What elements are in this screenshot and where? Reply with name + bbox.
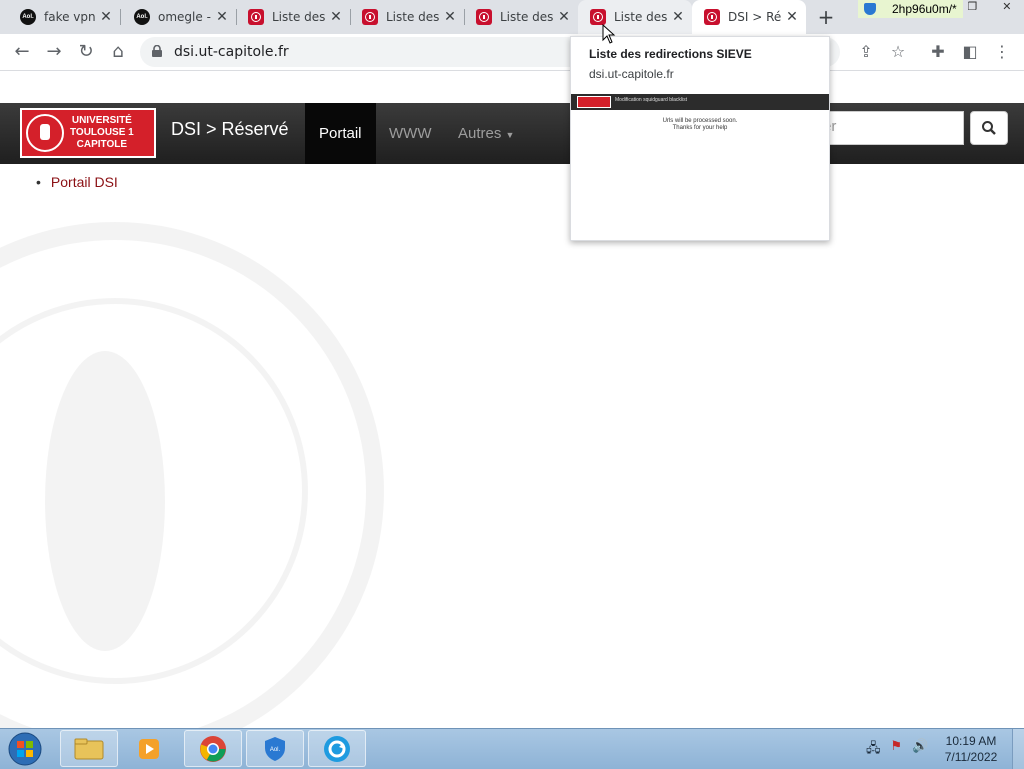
taskbar-aol-shield[interactable]: Aol. (246, 730, 304, 767)
chrome-icon (200, 735, 226, 762)
network-icon[interactable]: 🖧 (866, 739, 881, 761)
side-panel-icon[interactable]: ◧ (956, 38, 984, 66)
tab-liste-des-3[interactable]: Liste des ✕ (464, 0, 578, 34)
vpn-badge-text: 2hp96u0m/* (892, 2, 957, 16)
nav-autres[interactable]: Autres ▼ (444, 103, 528, 164)
search-button[interactable] (970, 111, 1008, 145)
home-icon[interactable]: ⌂ (104, 38, 132, 66)
back-arrow-icon[interactable]: ← (8, 38, 36, 66)
tab-liste-des-4[interactable]: Liste des ✕ (578, 0, 692, 34)
share-icon[interactable]: ⇪ (852, 38, 880, 66)
restore-icon[interactable]: ❐ (967, 0, 977, 18)
close-tab-icon[interactable]: ✕ (214, 9, 230, 25)
refresh-app-icon (324, 735, 350, 762)
ut-capitole-icon (362, 9, 378, 25)
close-window-icon[interactable]: ✕ (1002, 0, 1011, 18)
tab-title: omegle - (158, 10, 211, 24)
tab-title: Liste des (614, 10, 668, 24)
extensions-icon[interactable]: ✚ (924, 38, 952, 66)
media-player-icon (139, 738, 159, 759)
forward-arrow-icon[interactable]: → (40, 38, 68, 66)
ut-capitole-icon (248, 9, 264, 25)
tab-title: Liste des (500, 10, 554, 24)
preview-header: Modification squidguard blacklist (571, 94, 829, 110)
tab-omegle[interactable]: Aol. omegle - ✕ (120, 0, 237, 34)
ut-capitole-icon (704, 9, 720, 25)
site-brand[interactable]: DSI > Réservé (171, 119, 289, 140)
close-tab-icon[interactable]: ✕ (670, 9, 686, 25)
preview-message-2: Thanks for your help (672, 125, 728, 131)
taskbar-chrome[interactable] (184, 730, 242, 767)
star-icon[interactable]: ☆ (884, 38, 912, 66)
tab-title: Liste des (386, 10, 440, 24)
aol-icon: Aol. (134, 9, 150, 25)
nav-autres-label: Autres (458, 125, 502, 142)
preview-header-text: Modification squidguard blacklist (615, 97, 687, 103)
volume-icon[interactable]: 🔊 (912, 739, 928, 761)
nav-www[interactable]: WWW (375, 103, 445, 164)
svg-text:Aol.: Aol. (270, 747, 281, 753)
taskbar-media-player[interactable] (120, 730, 178, 767)
logo-line-3: CAPITOLE (76, 139, 128, 150)
clock-date: 7/11/2022 (944, 750, 998, 764)
tab-liste-des-2[interactable]: Liste des ✕ (350, 0, 465, 34)
shield-icon (864, 3, 876, 15)
search-input[interactable]: er (820, 111, 964, 145)
start-button[interactable] (6, 731, 44, 767)
close-tab-icon[interactable]: ✕ (328, 9, 344, 25)
system-clock[interactable]: 10:19 AM 7/11/2022 (936, 733, 1006, 765)
preview-message-1: Urls will be processed soon. (662, 118, 738, 124)
watermark-seal-icon (0, 222, 384, 728)
ut-capitole-icon (590, 9, 606, 25)
nav-portail[interactable]: Portail (305, 103, 376, 164)
close-tab-icon[interactable]: ✕ (784, 9, 800, 25)
browser-toolbar: ← → ↻ ⌂ dsi.ut-capitole.fr ⇪ ☆ ✚ ◧ ⋮ (0, 34, 1024, 71)
logo-line-1: UNIVERSITÉ (71, 115, 132, 126)
address-url: dsi.ut-capitole.fr (174, 44, 289, 60)
reload-icon[interactable]: ↻ (72, 38, 100, 66)
preview-logo (577, 96, 611, 108)
site-navbar: UNIVERSITÉ TOULOUSE 1 CAPITOLE DSI > Rés… (0, 103, 1024, 164)
tab-fake-vpn[interactable]: Aol. fake vpn ✕ (0, 0, 121, 34)
clock-time: 10:19 AM (945, 734, 997, 748)
emblem-icon (26, 114, 64, 152)
search-icon (982, 121, 996, 135)
tab-dsi-reserve[interactable]: DSI > Ré ✕ (692, 0, 806, 34)
mouse-cursor-icon (602, 24, 616, 44)
caret-down-icon: ▼ (505, 130, 515, 140)
show-desktop-button[interactable] (1012, 729, 1024, 769)
system-tray: 🖧 ⚑ 🔊 (866, 739, 928, 761)
university-logo[interactable]: UNIVERSITÉ TOULOUSE 1 CAPITOLE (20, 108, 156, 158)
new-tab-button[interactable]: + (814, 6, 838, 28)
vpn-badge[interactable]: 2hp96u0m/* (858, 0, 963, 18)
breadcrumb-link[interactable]: Portail DSI (36, 174, 118, 190)
folder-icon (74, 738, 104, 759)
shield-icon: Aol. (265, 736, 285, 761)
ut-capitole-icon (476, 9, 492, 25)
window-controls: ❐ ✕ (955, 0, 1024, 18)
hover-card-title: Liste des redirections SIEVE (589, 47, 752, 61)
taskbar-explorer[interactable] (60, 730, 118, 767)
hover-card-url: dsi.ut-capitole.fr (589, 67, 674, 81)
tab-title: fake vpn (44, 10, 96, 24)
taskbar-app-blue[interactable] (308, 730, 366, 767)
page-content: UNIVERSITÉ TOULOUSE 1 CAPITOLE DSI > Rés… (0, 71, 1024, 728)
action-center-flag-icon[interactable]: ⚑ (891, 739, 903, 761)
tab-title: Liste des (272, 10, 326, 24)
lock-icon[interactable] (152, 45, 162, 57)
tab-liste-des-1[interactable]: Liste des ✕ (236, 0, 351, 34)
aol-icon: Aol. (20, 9, 36, 25)
windows-taskbar: Aol. 🖧 ⚑ 🔊 10:19 AM 7/11/2022 (0, 728, 1024, 769)
close-tab-icon[interactable]: ✕ (556, 9, 572, 25)
tab-hover-card: Liste des redirections SIEVE dsi.ut-capi… (570, 36, 830, 241)
close-tab-icon[interactable]: ✕ (442, 9, 458, 25)
logo-line-2: TOULOUSE 1 (70, 127, 134, 138)
menu-icon[interactable]: ⋮ (988, 38, 1016, 66)
close-tab-icon[interactable]: ✕ (98, 9, 114, 25)
tab-title: DSI > Ré (728, 10, 782, 24)
tab-preview: Modification squidguard blacklist Urls w… (571, 94, 829, 240)
tab-strip: Aol. fake vpn ✕ Aol. omegle - ✕ Liste de… (0, 0, 1024, 34)
